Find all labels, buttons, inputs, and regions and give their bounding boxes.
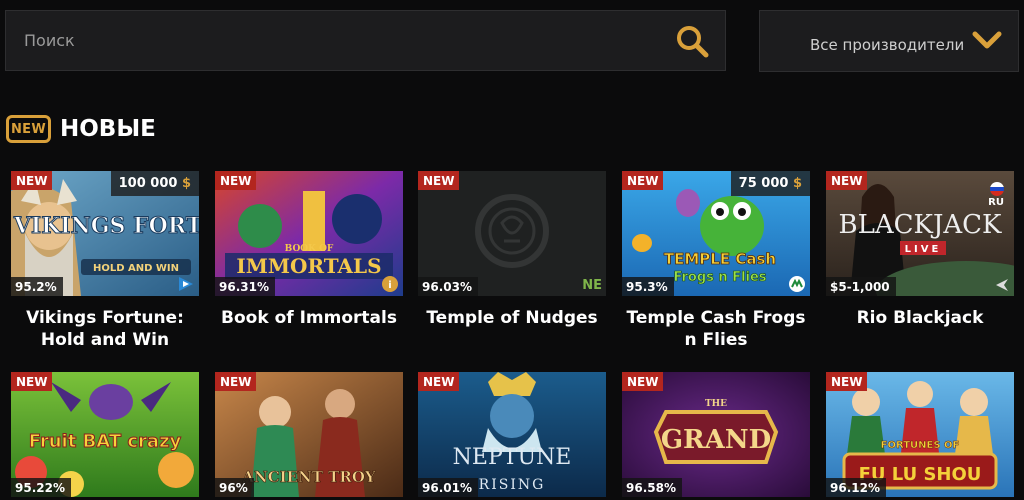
language-tag: RU bbox=[988, 197, 1004, 208]
new-badge: NEW bbox=[215, 372, 257, 391]
rtp-badge: 96.01% bbox=[418, 478, 478, 497]
art-title: NEPTUNE bbox=[453, 445, 572, 470]
game-thumbnail[interactable]: NEW 96.03% NE bbox=[418, 171, 606, 296]
new-badge: NEW bbox=[11, 171, 53, 190]
art-title: VIKINGS FORTUNE bbox=[13, 213, 199, 239]
chevron-down-icon bbox=[972, 31, 1002, 49]
provider-logo-icon bbox=[996, 279, 1008, 291]
game-thumbnail[interactable]: GRAND THE NEW 96.58% bbox=[622, 372, 810, 497]
art-title: Fruit BAT crazy bbox=[29, 431, 182, 452]
rtp-badge: 95.2% bbox=[11, 277, 63, 296]
rtp-badge: 96.58% bbox=[622, 478, 682, 497]
art-title: IMMORTALS bbox=[236, 254, 381, 278]
provider-dropdown-label: Все производители bbox=[810, 36, 965, 54]
rtp-badge: 95.22% bbox=[11, 478, 71, 497]
jackpot-badge: 100 000 $ bbox=[110, 171, 199, 196]
new-badge: NEW bbox=[622, 171, 664, 190]
provider-logo-icon bbox=[789, 276, 805, 292]
game-thumbnail[interactable]: TEMPLE Cash Frogs n Flies NEW 75 000 $ 9… bbox=[622, 171, 810, 296]
rtp-badge: 96.31% bbox=[215, 277, 275, 296]
jackpot-currency: $ bbox=[792, 176, 802, 191]
jackpot-amount: 75 000 bbox=[738, 176, 789, 191]
art-subtitle: LIVE bbox=[905, 244, 942, 255]
provider-tag: NE bbox=[582, 278, 602, 293]
art-title: BLACKJACK bbox=[839, 210, 1003, 240]
provider-dropdown[interactable]: Все производители bbox=[759, 10, 1019, 72]
art-subtitle: Frogs n Flies bbox=[673, 270, 766, 285]
search-input[interactable] bbox=[6, 11, 666, 70]
section-header: NEW НОВЫЕ bbox=[6, 114, 156, 144]
game-thumbnail[interactable]: BLACKJACK LIVE NEW RU $5-1,000 bbox=[826, 171, 1014, 296]
search-icon[interactable] bbox=[675, 24, 709, 58]
game-thumbnail[interactable]: Fruit BAT crazy NEW 95.22% bbox=[11, 372, 199, 497]
art-title: TEMPLE Cash bbox=[664, 250, 776, 268]
art-subtitle: BOOK OF bbox=[285, 244, 334, 254]
jackpot-badge: 75 000 $ bbox=[730, 171, 810, 196]
new-section-icon: NEW bbox=[6, 115, 51, 143]
game-title[interactable]: Temple of Nudges bbox=[418, 307, 606, 329]
bet-range-badge: $5-1,000 bbox=[826, 277, 896, 296]
jackpot-currency: $ bbox=[181, 176, 191, 191]
game-thumbnail[interactable]: IMMORTALS BOOK OF NEW 96.31% i bbox=[215, 171, 403, 296]
art-title: ANCIENT TROY bbox=[241, 468, 376, 486]
game-title[interactable]: Rio Blackjack bbox=[826, 307, 1014, 329]
game-title[interactable]: Book of Immortals bbox=[215, 307, 403, 329]
russian-flag-icon bbox=[990, 182, 1004, 196]
new-badge: NEW bbox=[418, 171, 460, 190]
search-box bbox=[5, 10, 726, 71]
art-subtitle: RISING bbox=[479, 477, 546, 493]
art-subtitle: FORTUNES OF bbox=[881, 440, 960, 451]
new-badge: NEW bbox=[826, 171, 868, 190]
jackpot-amount: 100 000 bbox=[118, 176, 178, 191]
rtp-badge: 96.12% bbox=[826, 478, 886, 497]
new-badge: NEW bbox=[418, 372, 460, 391]
game-thumbnail[interactable]: FU LU SHOU FORTUNES OF NEW 96.12% bbox=[826, 372, 1014, 497]
art-subtitle: THE bbox=[705, 399, 727, 409]
new-badge: NEW bbox=[11, 372, 53, 391]
rtp-badge: 96% bbox=[215, 478, 254, 497]
art-title: GRAND bbox=[661, 425, 771, 455]
provider-logo-icon: i bbox=[382, 276, 398, 292]
section-title: НОВЫЕ bbox=[60, 116, 156, 142]
game-title[interactable]: Temple Cash Frogs n Flies bbox=[622, 307, 810, 351]
rtp-badge: 96.03% bbox=[418, 277, 478, 296]
new-badge: NEW bbox=[826, 372, 868, 391]
new-badge: NEW bbox=[622, 372, 664, 391]
game-title[interactable]: Vikings Fortune: Hold and Win bbox=[11, 307, 199, 351]
game-thumbnail[interactable]: NEPTUNE RISING NEW 96.01% bbox=[418, 372, 606, 497]
art-subtitle: HOLD AND WIN bbox=[93, 263, 179, 274]
game-thumbnail[interactable]: VIKINGS FORTUNE HOLD AND WIN NEW 100 000… bbox=[11, 171, 199, 296]
game-thumbnail[interactable]: ANCIENT TROY NEW 96% bbox=[215, 372, 403, 497]
rtp-badge: 95.3% bbox=[622, 277, 674, 296]
provider-logo-icon bbox=[179, 277, 193, 291]
new-badge: NEW bbox=[215, 171, 257, 190]
svg-text:i: i bbox=[388, 280, 391, 291]
